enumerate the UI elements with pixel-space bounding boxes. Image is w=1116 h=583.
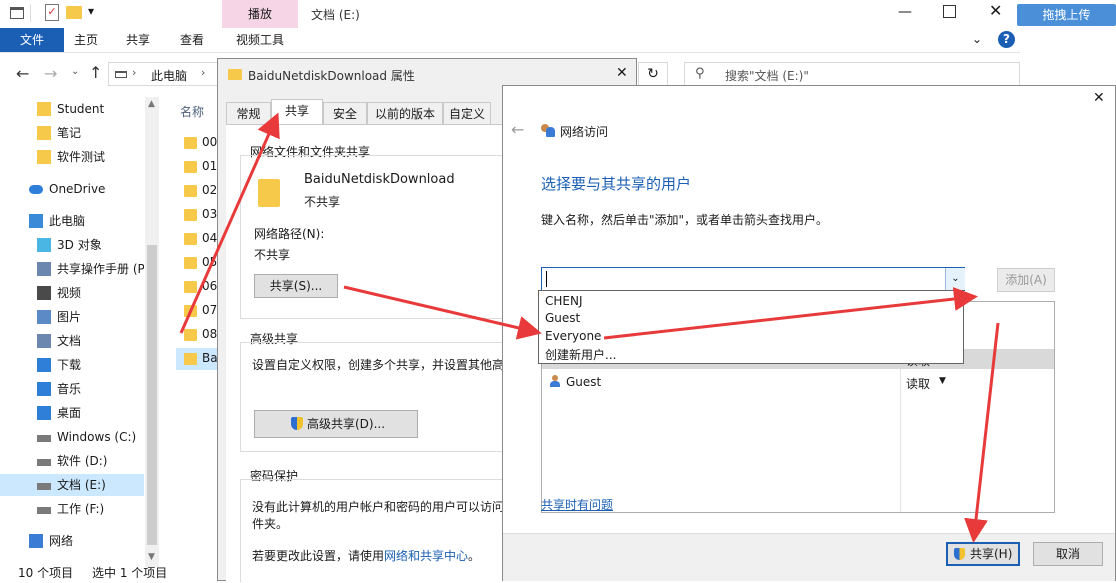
annotation-arrow	[179, 112, 280, 334]
annotation-arrow	[603, 287, 978, 340]
annotation-arrow	[343, 285, 542, 340]
annotation-arrows	[179, 112, 1000, 543]
annotation-arrow	[964, 322, 1000, 543]
